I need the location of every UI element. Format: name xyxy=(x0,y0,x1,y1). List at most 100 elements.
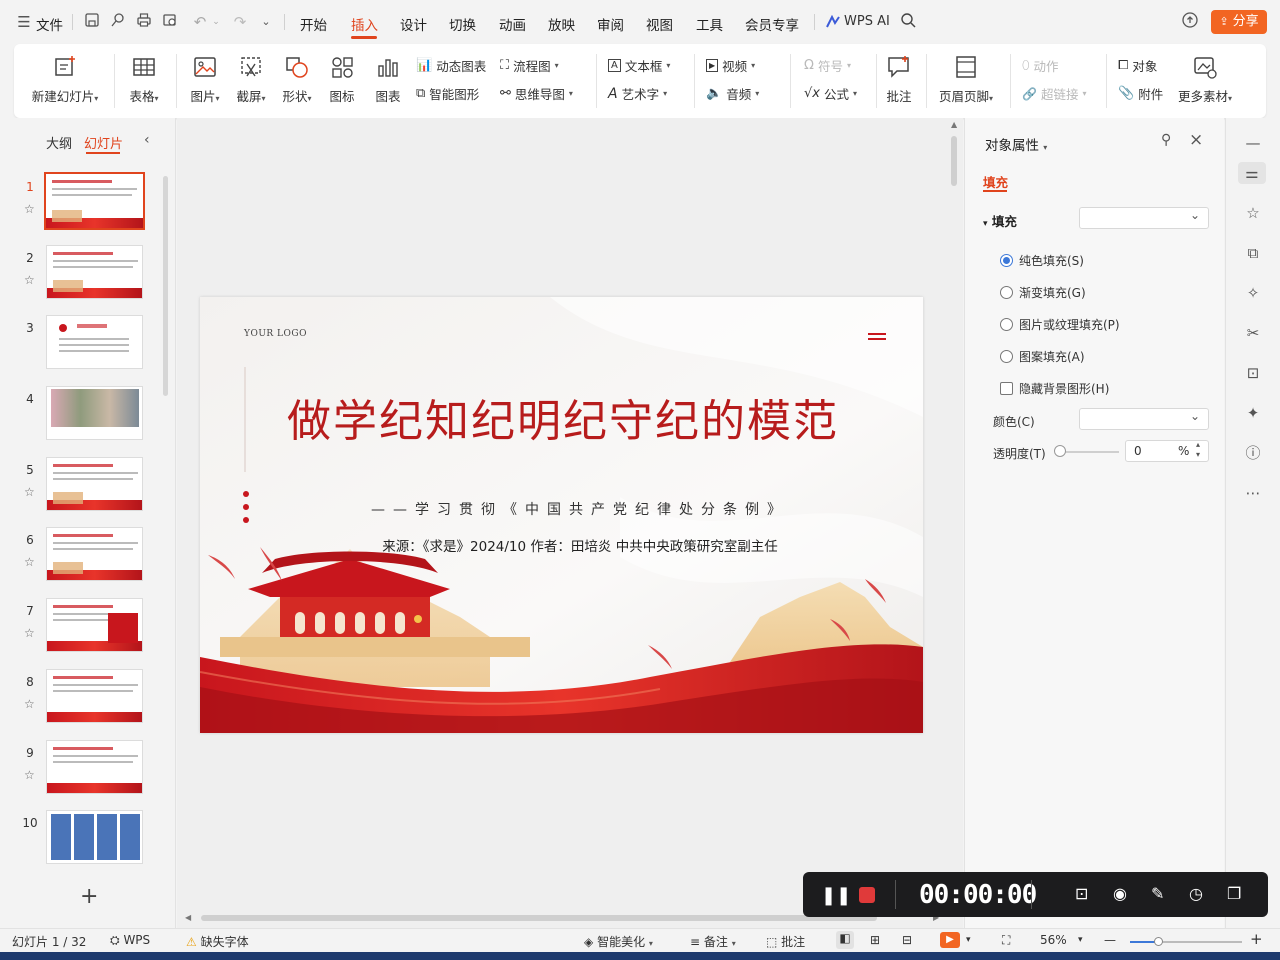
add-slide-button[interactable]: + xyxy=(80,884,98,909)
more-material-button[interactable]: 更多素材▾ xyxy=(1174,54,1236,105)
slide-thumbnail[interactable] xyxy=(44,172,145,230)
canvas-horizontal-scrollbar[interactable] xyxy=(201,915,877,921)
zoom-in-button[interactable]: + xyxy=(1250,930,1263,948)
slide-thumbnail[interactable] xyxy=(46,245,143,299)
picture-button[interactable]: 图片▾ xyxy=(184,54,226,105)
tab-animation[interactable]: 动画 xyxy=(499,14,526,34)
flowchart-button[interactable]: ⛶ 流程图 ▾ xyxy=(500,56,559,75)
transition-icon[interactable]: ⧉ xyxy=(1242,242,1264,264)
slide-thumbnail[interactable] xyxy=(46,669,143,723)
tab-outline[interactable]: 大纲 xyxy=(46,133,72,152)
spinner-down-icon[interactable]: ▾ xyxy=(1196,450,1200,459)
textbox-button[interactable]: A 文本框 ▾ xyxy=(608,56,670,75)
symbol-button[interactable]: Ω 符号 ▾ xyxy=(804,56,851,75)
radio[interactable] xyxy=(1000,350,1013,363)
slide-thumbnail[interactable] xyxy=(46,598,143,652)
tab-tools[interactable]: 工具 xyxy=(696,14,723,34)
tab-member[interactable]: 会员专享 xyxy=(745,14,799,34)
slide-sorter-icon[interactable]: ⊞ xyxy=(870,933,880,947)
wps-status-button[interactable]: ⛭ WPS xyxy=(110,933,150,948)
transparency-input[interactable]: 0 % ▴ ▾ xyxy=(1125,440,1209,462)
cloud-sync-icon[interactable] xyxy=(1180,12,1200,32)
hyperlink-button[interactable]: 🔗 超链接 ▾ xyxy=(1022,84,1086,103)
slide-animation-star-icon[interactable]: ☆ xyxy=(24,555,35,569)
slide-animation-star-icon[interactable]: ☆ xyxy=(24,202,35,216)
tab-review[interactable]: 审阅 xyxy=(597,14,624,34)
checkbox[interactable] xyxy=(1000,382,1013,395)
slide-title[interactable]: 做学纪知纪明纪守纪的模范 xyxy=(258,385,868,449)
panel-scrollbar[interactable] xyxy=(163,176,168,396)
close-icon[interactable]: × xyxy=(1189,130,1203,150)
panel-title[interactable]: 对象属性 ▾ xyxy=(985,134,1047,154)
save-icon[interactable] xyxy=(82,12,102,32)
slideshow-chevron-icon[interactable]: ▾ xyxy=(966,935,971,945)
menu-icon[interactable]: ☰ xyxy=(14,12,34,32)
shape-button[interactable]: 形状▾ xyxy=(276,54,318,105)
picture-fill-option[interactable]: 图片或纹理填充(P) xyxy=(1000,316,1120,333)
fill-type-dropdown[interactable] xyxy=(1079,207,1209,229)
print-icon[interactable] xyxy=(134,12,154,32)
action-button[interactable]: ⬯ 动作 xyxy=(1022,56,1059,75)
slide-thumbnail[interactable] xyxy=(46,740,143,794)
fit-window-icon[interactable]: ⛶ xyxy=(1002,933,1010,948)
pin-icon[interactable]: ⚲ xyxy=(1161,132,1171,148)
reading-view-icon[interactable]: ⊟ xyxy=(902,933,912,947)
share-button[interactable]: ⇪ 分享 xyxy=(1211,10,1267,34)
pause-icon[interactable]: ❚❚ xyxy=(821,885,851,906)
wordart-button[interactable]: A 艺术字 ▾ xyxy=(608,84,667,103)
help-icon[interactable]: ⓘ xyxy=(1242,442,1264,464)
dynamic-chart-button[interactable]: 📊 动态图表 xyxy=(416,56,486,75)
slide-thumbnail[interactable] xyxy=(46,386,143,440)
comment-status-button[interactable]: ⬚ 批注 xyxy=(766,933,805,950)
tab-insert[interactable]: 插入 xyxy=(351,14,378,34)
slide-animation-star-icon[interactable]: ☆ xyxy=(24,697,35,711)
transparency-slider-handle[interactable] xyxy=(1054,445,1066,457)
properties-icon[interactable]: ⚌ xyxy=(1238,162,1266,184)
normal-view-icon[interactable]: ◧ xyxy=(836,931,854,949)
scroll-left-icon[interactable]: ◀ xyxy=(185,913,191,922)
canvas-vertical-scrollbar[interactable] xyxy=(951,136,957,186)
search-doc-icon[interactable] xyxy=(108,12,128,32)
reader-icon[interactable]: ⊡ xyxy=(1242,362,1264,384)
tab-fill[interactable]: 填充 xyxy=(983,172,1008,191)
slide-1[interactable]: YOUR LOGO 做学纪知纪明纪守纪的模范 ——学习贯彻《中国共产党纪律处分条… xyxy=(200,297,923,733)
formula-button[interactable]: √x 公式 ▾ xyxy=(804,84,857,103)
radio[interactable] xyxy=(1000,286,1013,299)
search-icon[interactable] xyxy=(898,12,918,32)
smart-beautify-button[interactable]: ◈ 智能美化 ▾ xyxy=(584,933,653,950)
solid-fill-option[interactable]: 纯色填充(S) xyxy=(1000,252,1084,269)
zoom-level[interactable]: 56% xyxy=(1040,933,1067,947)
camera-icon[interactable]: ◉ xyxy=(1113,884,1127,903)
window-mode-icon[interactable]: ❐ xyxy=(1227,884,1241,903)
header-footer-button[interactable]: 页眉页脚▾ xyxy=(934,54,998,105)
star-icon[interactable]: ☆ xyxy=(1242,202,1264,224)
magic-icon[interactable]: ✦ xyxy=(1242,402,1264,424)
smart-shape-button[interactable]: ⧉ 智能图形 xyxy=(416,84,479,103)
zoom-out-button[interactable]: — xyxy=(1104,933,1116,947)
play-slideshow-button[interactable]: ▶ xyxy=(940,932,960,948)
object-button[interactable]: ⧠ 对象 xyxy=(1118,56,1157,75)
tab-transition[interactable]: 切换 xyxy=(449,14,476,34)
video-button[interactable]: ▶ 视频 ▾ xyxy=(706,56,755,75)
slide-thumbnail[interactable] xyxy=(46,810,143,864)
audio-button[interactable]: 🔈 音频 ▾ xyxy=(706,84,759,103)
notes-button[interactable]: ≡ 备注 ▾ xyxy=(690,933,736,950)
slide-thumbnail[interactable] xyxy=(46,457,143,511)
transparency-slider-track[interactable] xyxy=(1057,451,1119,453)
screenshot-button[interactable]: 截屏▾ xyxy=(230,54,272,105)
comment-button[interactable]: 批注 xyxy=(880,54,918,105)
slide-animation-star-icon[interactable]: ☆ xyxy=(24,768,35,782)
slide-animation-star-icon[interactable]: ☆ xyxy=(24,273,35,287)
timer-icon[interactable]: ◷ xyxy=(1189,884,1203,903)
scroll-up-icon[interactable]: ▲ xyxy=(951,120,957,129)
zoom-slider-handle[interactable] xyxy=(1154,937,1163,946)
fill-section-header[interactable]: ▾ 填充 xyxy=(983,211,1017,230)
more-icon[interactable]: ⋯ xyxy=(1242,482,1264,504)
new-slide-button[interactable]: 新建幻灯片▾ xyxy=(28,54,102,105)
tab-slides[interactable]: 幻灯片 xyxy=(84,133,123,152)
tools-icon[interactable]: ✂ xyxy=(1242,322,1264,344)
missing-font-button[interactable]: ⚠ 缺失字体 xyxy=(186,933,249,950)
gradient-fill-option[interactable]: 渐变填充(G) xyxy=(1000,284,1086,301)
zoom-chevron-icon[interactable]: ▾ xyxy=(1078,935,1083,945)
wps-ai-button[interactable]: WPS AI xyxy=(826,14,890,29)
